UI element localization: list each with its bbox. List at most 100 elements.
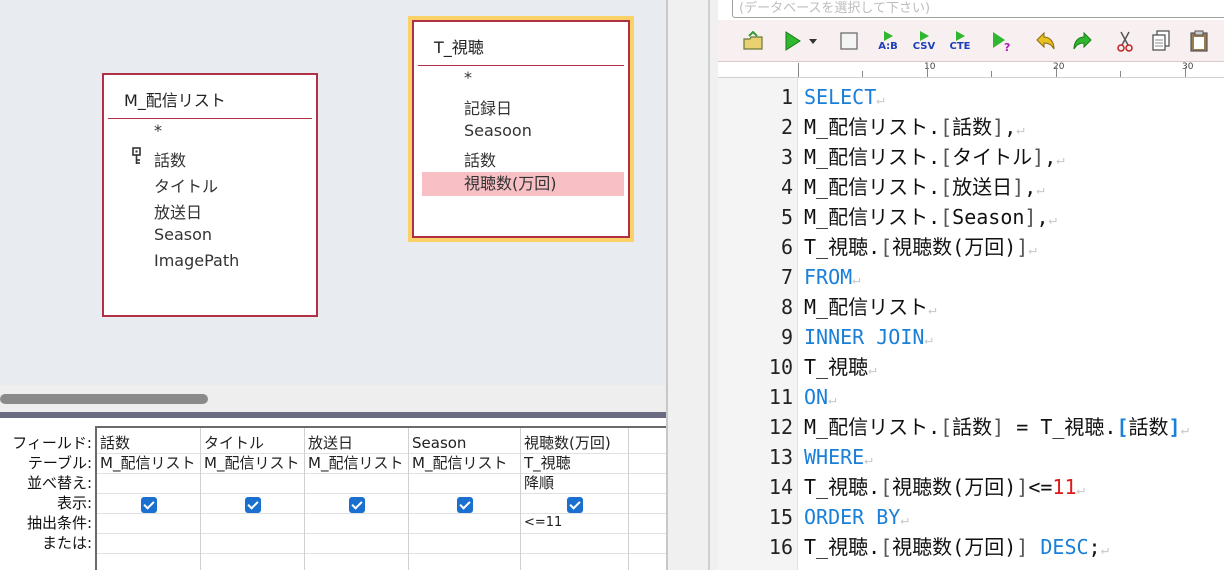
code-line[interactable]: M_配信リスト.[話数],↵: [804, 112, 1025, 142]
sql-editor: (データベースを選択して下さい) A:B CSV CTE ? 10 20 30 …: [718, 0, 1224, 570]
explain-help-icon[interactable]: ?: [990, 27, 1014, 55]
database-select[interactable]: (データベースを選択して下さい): [732, 0, 1224, 18]
export-csv-icon[interactable]: CSV: [910, 27, 938, 55]
stop-icon[interactable]: [838, 27, 860, 55]
code-line[interactable]: T_視聴↵: [804, 352, 877, 382]
show-checkbox[interactable]: [567, 497, 583, 513]
cte-icon[interactable]: CTE: [946, 27, 974, 55]
table-title[interactable]: M_配信リスト: [104, 75, 316, 119]
grid-columns: 話数 M_配信リスト タイトル M_配信リスト 放送日 M_配信リスト Seas…: [95, 426, 666, 570]
table-m-haishin-list[interactable]: M_配信リスト * 話数 タイトル 放送日 Season ImagePath: [102, 73, 318, 317]
open-folder-icon[interactable]: [740, 27, 766, 55]
code-line[interactable]: M_配信リスト.[放送日],↵: [804, 172, 1045, 202]
show-checkbox[interactable]: [245, 497, 261, 513]
grid-cell-field[interactable]: 話数: [97, 433, 130, 453]
run-to-ab-icon[interactable]: A:B: [874, 27, 902, 55]
ruler-number: 20: [1053, 62, 1065, 72]
grid-cell-field[interactable]: 放送日: [305, 433, 353, 453]
cte-label: CTE: [949, 41, 971, 52]
table-canvas[interactable]: M_配信リスト * 話数 タイトル 放送日 Season ImagePath T…: [0, 0, 666, 385]
line-number: 2: [780, 115, 793, 139]
run-dropdown-chevron-down-icon[interactable]: [806, 27, 820, 55]
copy-icon[interactable]: [1150, 27, 1172, 55]
code-line[interactable]: FROM↵: [804, 262, 861, 292]
editor-toolbar: A:B CSV CTE ?: [718, 20, 1224, 62]
grid-cell-criteria[interactable]: <=11: [521, 513, 562, 533]
run-icon[interactable]: [782, 27, 804, 55]
cut-icon[interactable]: [1114, 27, 1136, 55]
field-item[interactable]: *: [464, 68, 472, 87]
line-number: 16: [768, 535, 793, 559]
line-number: 7: [780, 265, 793, 289]
grid-cell-table[interactable]: T_視聴: [521, 453, 571, 473]
grid-cell-field[interactable]: Season: [409, 433, 466, 453]
grid-cell-sort[interactable]: 降順: [521, 473, 554, 493]
paste-icon[interactable]: [1188, 27, 1210, 55]
code-line[interactable]: M_配信リスト.[話数] = T_視聴.[話数]↵: [804, 412, 1189, 442]
line-number: 15: [768, 505, 793, 529]
code-line[interactable]: T_視聴.[視聴数(万回)] DESC;↵: [804, 532, 1109, 562]
svg-text:?: ?: [1004, 41, 1010, 52]
code-line[interactable]: INNER JOIN↵: [804, 322, 933, 352]
show-checkbox[interactable]: [457, 497, 473, 513]
line-number: 14: [768, 475, 793, 499]
field-item[interactable]: Seasoon: [464, 121, 532, 140]
ruler-tick: [1056, 67, 1057, 77]
line-number: 8: [780, 295, 793, 319]
row-label-or: または:: [41, 534, 92, 552]
field-item[interactable]: ImagePath: [154, 251, 239, 270]
grid-cell-table[interactable]: M_配信リスト: [409, 453, 507, 473]
field-item[interactable]: 記録日: [464, 95, 512, 119]
grid-cell-field[interactable]: 視聴数(万回): [521, 433, 611, 453]
ruler-tick: [1120, 71, 1121, 77]
code-line[interactable]: T_視聴.[視聴数(万回)]<=11↵: [804, 472, 1085, 502]
row-label-sort: 並べ替え:: [26, 474, 92, 492]
grid-column[interactable]: Season M_配信リスト: [409, 428, 521, 570]
field-item[interactable]: タイトル: [154, 173, 218, 197]
undo-icon[interactable]: [1034, 27, 1058, 55]
code-line[interactable]: ON↵: [804, 382, 837, 412]
row-label-field: フィールド:: [12, 434, 92, 452]
line-number: 12: [768, 415, 793, 439]
ruler-number: 10: [924, 62, 936, 72]
code-area[interactable]: SELECT↵ M_配信リスト.[話数],↵ M_配信リスト.[タイトル],↵ M_配…: [804, 78, 1224, 570]
grid-column[interactable]: 放送日 M_配信リスト: [305, 428, 409, 570]
window-gap: [666, 0, 718, 570]
code-line[interactable]: M_配信リスト.[Season],↵: [804, 202, 1057, 232]
horizontal-scrollbar[interactable]: [0, 385, 666, 412]
ruler-tick: [798, 63, 799, 77]
code-line[interactable]: M_配信リスト↵: [804, 292, 937, 322]
grid-cell-table[interactable]: M_配信リスト: [305, 453, 403, 473]
table-title-divider: [108, 118, 312, 119]
code-line[interactable]: T_視聴.[視聴数(万回)]↵: [804, 232, 1037, 262]
code-line[interactable]: M_配信リスト.[タイトル],↵: [804, 142, 1065, 172]
field-item[interactable]: 話数: [154, 147, 186, 171]
grid-column[interactable]: 話数 M_配信リスト: [97, 428, 201, 570]
code-line[interactable]: WHERE↵: [804, 442, 873, 472]
code-line[interactable]: ORDER BY↵: [804, 502, 909, 532]
query-designer: M_配信リスト * 話数 タイトル 放送日 Season ImagePath T…: [0, 0, 666, 570]
ruler-number: 30: [1182, 62, 1194, 72]
scrollbar-thumb[interactable]: [0, 394, 208, 404]
ruler-tick: [1185, 67, 1186, 77]
field-item[interactable]: Season: [154, 225, 212, 244]
code-line[interactable]: SELECT↵: [804, 82, 885, 112]
redo-icon[interactable]: [1070, 27, 1094, 55]
show-checkbox[interactable]: [141, 497, 157, 513]
show-checkbox[interactable]: [349, 497, 365, 513]
table-t-shichou[interactable]: T_視聴 * 記録日 Seasoon 話数 視聴数(万回): [412, 20, 630, 238]
row-label-show: 表示:: [56, 494, 92, 512]
grid-cell-table[interactable]: M_配信リスト: [201, 453, 299, 473]
table-title[interactable]: T_視聴: [414, 22, 628, 66]
field-item[interactable]: 話数: [464, 147, 496, 171]
primary-key-icon: [132, 147, 141, 164]
grid-cell-field[interactable]: タイトル: [201, 433, 264, 453]
field-item[interactable]: 放送日: [154, 199, 202, 223]
selected-table-frame: T_視聴 * 記録日 Seasoon 話数 視聴数(万回): [408, 16, 634, 242]
grid-column[interactable]: 視聴数(万回) T_視聴 降順 <=11: [521, 428, 629, 570]
grid-column[interactable]: タイトル M_配信リスト: [201, 428, 305, 570]
field-item-selected[interactable]: 視聴数(万回): [422, 172, 624, 196]
ruler-tick: [991, 71, 992, 77]
grid-cell-table[interactable]: M_配信リスト: [97, 453, 195, 473]
field-item[interactable]: *: [154, 121, 162, 140]
